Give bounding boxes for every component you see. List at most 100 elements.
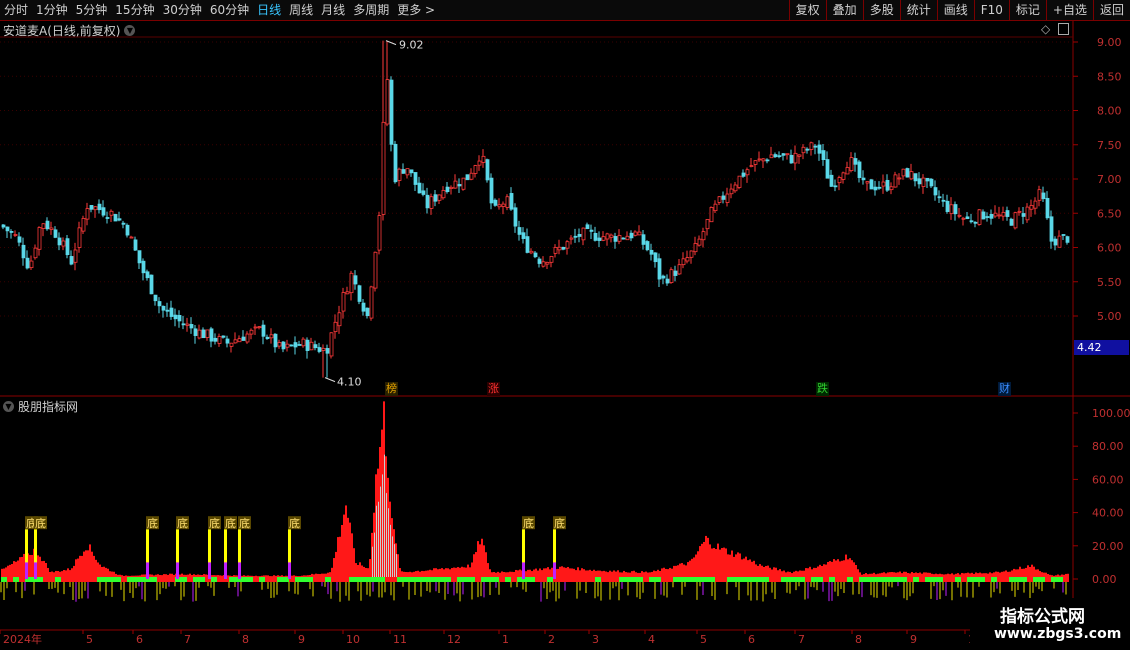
candle-body [565, 241, 570, 249]
indicator-baseline-block [697, 577, 703, 582]
candle-body [929, 178, 934, 187]
indicator-bar-positive [699, 546, 701, 579]
candle-body [749, 165, 754, 167]
indicator-baseline-block [241, 577, 247, 582]
indicator-baseline-block [7, 577, 13, 582]
indicator-tick-label: 20.00 [1092, 540, 1124, 553]
candle-body [205, 329, 210, 338]
indicator-panel-title[interactable]: ▼ 股朋指标网 [3, 398, 78, 415]
candle-body [245, 333, 250, 343]
indicator-baseline-block [931, 577, 937, 582]
candle-body [5, 226, 10, 232]
candle-body [369, 286, 374, 319]
candle-body [701, 231, 706, 241]
time-tick-label: 10 [346, 633, 360, 646]
main-panel-title[interactable]: 安道麦A(日线,前复权) ▼ [3, 22, 136, 39]
indicator-bar-positive [847, 559, 849, 579]
candle-body [937, 196, 942, 199]
indicator-baseline-block [307, 577, 313, 582]
indicator-baseline-block [847, 577, 853, 582]
indicator-baseline-block [49, 577, 55, 582]
indicator-bar-positive [703, 541, 705, 579]
candle-body [685, 257, 690, 262]
indicator-bar-positive [97, 562, 99, 579]
indicator-bar-positive [697, 551, 699, 579]
signal-bar-base [208, 562, 211, 579]
indicator-bar-positive [471, 562, 473, 579]
indicator-baseline-block [871, 577, 877, 582]
indicator-baseline-block [733, 577, 739, 582]
indicator-baseline-block [745, 577, 751, 582]
candle-body [597, 237, 602, 241]
candle-body [789, 154, 794, 164]
diamond-icon[interactable]: ◇ [1041, 22, 1050, 36]
indicator-baseline-block [739, 577, 745, 582]
candle-body [845, 167, 850, 175]
chart-canvas[interactable]: 底底底底底底底底底底 9.008.508.007.507.006.506.005… [0, 0, 1130, 650]
candle-body [237, 338, 242, 343]
indicator-bar-positive [351, 533, 353, 579]
indicator-tick-label: 80.00 [1092, 440, 1124, 453]
indicator-bar-positive [15, 561, 17, 579]
indicator-baseline-block [37, 577, 43, 582]
indicator-bar-positive [479, 544, 481, 579]
candle-body [113, 214, 118, 222]
candle-body [505, 196, 510, 208]
indicator-baseline-block [139, 577, 145, 582]
event-badge-fall[interactable]: 跌 [816, 382, 829, 396]
candle-body [745, 169, 750, 176]
candle-body [1041, 192, 1046, 200]
candle-body [449, 186, 454, 189]
indicator-bar-positive [93, 555, 95, 579]
candle-body [189, 324, 194, 329]
chevron-down-icon[interactable]: ▼ [124, 25, 136, 36]
indicator-bar-positive [361, 565, 363, 579]
event-badge-finance[interactable]: 财 [998, 382, 1011, 396]
indicator-bar-positive [685, 565, 687, 579]
candle-body [553, 247, 558, 254]
candle-body [861, 177, 866, 181]
candle-body [841, 172, 846, 180]
candle-body [997, 214, 1002, 217]
indicator-bar-positive [487, 563, 489, 579]
candle-body [109, 210, 114, 216]
indicator-bar-positive [345, 505, 347, 579]
panel-toggle-icon[interactable] [1058, 23, 1070, 35]
chevron-down-icon[interactable]: ▼ [3, 401, 14, 412]
indicator-baseline-block [625, 577, 631, 582]
candle-body [333, 321, 338, 333]
indicator-bar-positive [481, 538, 483, 579]
indicator-bar-positive [707, 537, 709, 579]
candle-body [525, 236, 530, 253]
candle-body [13, 234, 18, 236]
indicator-baseline-block [781, 577, 787, 582]
candle-body [1013, 212, 1018, 229]
event-badge-rank[interactable]: 榜 [385, 382, 398, 396]
indicator-baseline-block [319, 577, 325, 582]
indicator-baseline-block [19, 577, 25, 582]
indicator-bar-positive [735, 554, 737, 579]
indicator-baseline-block [1021, 577, 1027, 582]
event-badge-rise[interactable]: 涨 [487, 382, 500, 396]
indicator-bar-positive [357, 565, 359, 579]
indicator-bar-positive [95, 559, 97, 579]
candle-body [517, 227, 522, 235]
candle-body [705, 219, 710, 230]
indicator-bar-shadow [376, 505, 377, 579]
candle-body [713, 203, 718, 212]
candle-body [445, 186, 450, 193]
indicator-bar-positive [819, 564, 821, 579]
indicator-baseline-block [427, 577, 433, 582]
candle-body [509, 193, 514, 210]
price-tick-label: 5.00 [1097, 310, 1122, 323]
indicator-baseline-block [361, 577, 367, 582]
candle-body [289, 344, 294, 347]
candle-body [993, 212, 998, 217]
indicator-bar-positive [753, 560, 755, 579]
indicator-baseline-block [565, 577, 571, 582]
time-tick-label: 4 [648, 633, 655, 646]
indicator-baseline-block [385, 577, 391, 582]
indicator-baseline-block [889, 577, 895, 582]
candle-body [429, 196, 434, 209]
current-price-tag: 4.42 [1074, 340, 1129, 355]
